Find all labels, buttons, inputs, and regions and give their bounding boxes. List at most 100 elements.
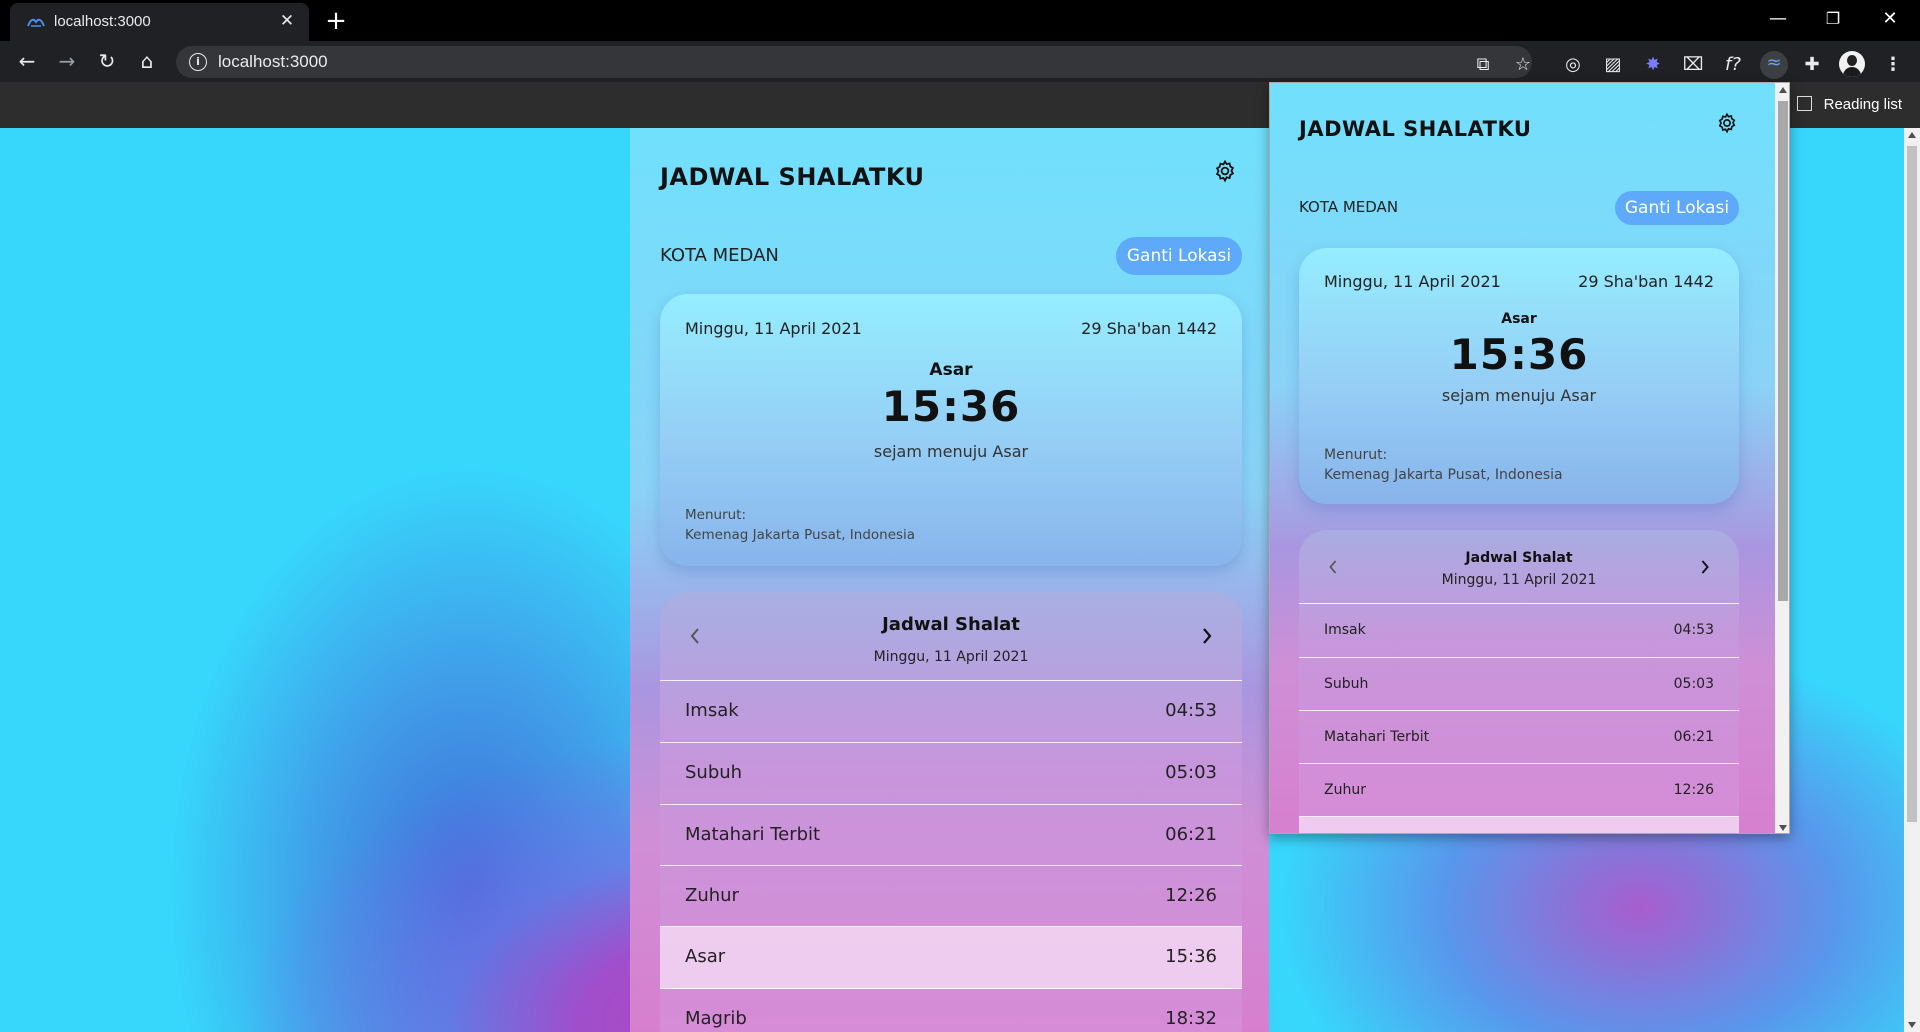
next-prayer-name: Asar: [1501, 311, 1537, 327]
open-external-icon[interactable]: ⧉: [1471, 53, 1495, 77]
schedule-date: Minggu, 11 April 2021: [1441, 572, 1597, 588]
browser-tab[interactable]: localhost:3000 ✕: [10, 3, 309, 41]
color-extension-icon[interactable]: ✸: [1641, 53, 1665, 77]
reading-list-icon: [1796, 96, 1812, 111]
next-day-chevron-icon[interactable]: [1699, 558, 1711, 576]
gregorian-date: Minggu, 11 April 2021: [1324, 272, 1501, 291]
prayer-row-time: 06:21: [1165, 824, 1217, 845]
current-prayer-card: Minggu, 11 April 2021 29 Sha'ban 1442 As…: [1299, 248, 1739, 504]
minimize-icon[interactable]: —: [1758, 6, 1798, 34]
schedule-date: Minggu, 11 April 2021: [873, 649, 1029, 665]
profile-avatar[interactable]: [1839, 51, 1865, 77]
new-tab-button[interactable]: +: [322, 8, 350, 36]
prayer-row-name: Imsak: [1324, 622, 1366, 638]
calculation-source: Kemenag Jakarta Pusat, Indonesia: [1324, 467, 1563, 483]
target-extension-icon[interactable]: ◎: [1561, 53, 1585, 77]
formula-extension-icon[interactable]: f?: [1721, 53, 1745, 77]
prayer-row-name: Zuhur: [685, 885, 739, 906]
browser-toolbar: ← → ↻ ⌂ i localhost:3000: [0, 41, 1920, 82]
extensions-puzzle-icon[interactable]: ✚: [1800, 53, 1824, 77]
schedule-header: Jadwal Shalat Minggu, 11 April 2021: [1299, 530, 1739, 604]
address-bar[interactable]: i localhost:3000: [176, 46, 1532, 78]
site-info-icon[interactable]: i: [189, 53, 207, 71]
scroll-down-arrow-icon[interactable]: [1908, 1022, 1916, 1028]
prayer-row-time: 04:53: [1165, 700, 1217, 721]
home-icon[interactable]: ⌂: [133, 47, 161, 75]
tab-title: localhost:3000: [54, 13, 151, 30]
prayer-row-name: Matahari Terbit: [685, 824, 821, 845]
browser-menu-icon[interactable]: ⋮: [1881, 53, 1905, 77]
current-prayer-card: Minggu, 11 April 2021 29 Sha'ban 1442 As…: [660, 294, 1242, 566]
next-day-chevron-icon[interactable]: [1200, 626, 1214, 646]
back-arrow-icon[interactable]: ←: [13, 47, 41, 75]
main-app-panel: JADWAL SHALATKU KOTA MEDAN Ganti Lokasi …: [630, 128, 1269, 1032]
schedule-title: Jadwal Shalat: [1465, 550, 1573, 566]
prayer-row: Subuh 05:03: [660, 743, 1242, 805]
prayer-row: Zuhur 12:26: [1299, 764, 1739, 817]
prayer-row-time: 12:26: [1165, 885, 1217, 906]
prayer-schedule: Jadwal Shalat Minggu, 11 April 2021 Imsa…: [1299, 530, 1739, 833]
prayer-row: Subuh 05:03: [1299, 658, 1739, 711]
prayer-row-time: 04:53: [1673, 622, 1714, 638]
prayer-row-name: Imsak: [685, 700, 739, 721]
forward-arrow-icon[interactable]: →: [53, 47, 81, 75]
app-title: JADWAL SHALATKU: [1299, 117, 1532, 141]
prayer-row-active: Asar 15:36: [660, 927, 1242, 989]
app-title: JADWAL SHALATKU: [660, 163, 925, 191]
prayer-row-time: 12:26: [1673, 782, 1714, 798]
reload-icon[interactable]: ↻: [93, 47, 121, 75]
schedule-header: Jadwal Shalat Minggu, 11 April 2021: [660, 592, 1242, 681]
source-label: Menurut:: [1324, 447, 1388, 463]
hijri-date: 29 Sha'ban 1442: [1578, 272, 1714, 291]
camera-extension-icon[interactable]: ⌧: [1681, 53, 1705, 77]
prayer-schedule: Jadwal Shalat Minggu, 11 April 2021 Imsa…: [660, 592, 1242, 1032]
scroll-up-arrow-icon[interactable]: [1779, 87, 1787, 93]
page-scrollbar[interactable]: [1904, 128, 1920, 1032]
next-prayer-name: Asar: [929, 360, 973, 380]
prayer-row: Imsak 04:53: [660, 681, 1242, 743]
change-location-button[interactable]: Ganti Lokasi: [1116, 237, 1242, 275]
calculation-source: Kemenag Jakarta Pusat, Indonesia: [685, 527, 916, 543]
prayer-row: Imsak 04:53: [1299, 604, 1739, 658]
url-text[interactable]: localhost:3000: [218, 52, 328, 72]
reading-list-button[interactable]: Reading list: [1796, 96, 1902, 113]
prayer-row: Magrib 18:32: [660, 989, 1242, 1032]
settings-gear-icon[interactable]: [1716, 112, 1738, 134]
jadwal-extension-icon[interactable]: ≈: [1760, 51, 1788, 79]
extension-popup: JADWAL SHALATKU KOTA MEDAN Ganti Lokasi …: [1269, 82, 1790, 834]
source-label: Menurut:: [685, 507, 747, 523]
popup-scrollbar[interactable]: [1775, 83, 1789, 833]
scroll-up-arrow-icon[interactable]: [1908, 132, 1916, 138]
city-name: KOTA MEDAN: [660, 245, 779, 266]
prayer-row-name: Subuh: [685, 762, 743, 783]
prayer-row: Matahari Terbit 06:21: [1299, 711, 1739, 764]
prayer-countdown: sejam menuju Asar: [873, 442, 1029, 461]
scrollbar-thumb[interactable]: [1778, 101, 1788, 601]
window-close-icon[interactable]: ✕: [1870, 6, 1910, 34]
scroll-down-arrow-icon[interactable]: [1779, 825, 1787, 831]
scrollbar-thumb[interactable]: [1907, 146, 1917, 822]
current-time: 15:36: [881, 382, 1021, 431]
prayer-row: Matahari Terbit 06:21: [660, 805, 1242, 866]
prayer-row-time: 05:03: [1673, 676, 1714, 692]
settings-gear-icon[interactable]: [1213, 159, 1237, 183]
app-favicon-icon: [27, 18, 45, 27]
prayer-row: Zuhur 12:26: [660, 866, 1242, 927]
schedule-title: Jadwal Shalat: [882, 614, 1020, 635]
prayer-row-name: Matahari Terbit: [1324, 729, 1430, 745]
reading-list-label: Reading list: [1823, 96, 1902, 113]
city-name: KOTA MEDAN: [1299, 198, 1399, 216]
prayer-row-active: [1299, 817, 1739, 833]
hijri-date: 29 Sha'ban 1442: [1081, 319, 1217, 338]
prayer-row-time: 05:03: [1165, 762, 1217, 783]
popup-app-panel: JADWAL SHALATKU KOTA MEDAN Ganti Lokasi …: [1270, 83, 1775, 833]
bookmark-star-icon[interactable]: ☆: [1511, 53, 1535, 77]
tab-close-icon[interactable]: ✕: [277, 11, 297, 31]
restore-icon[interactable]: ❐: [1813, 6, 1853, 34]
current-time: 15:36: [1449, 330, 1589, 379]
gregorian-date: Minggu, 11 April 2021: [685, 319, 862, 338]
prayer-row-time: 06:21: [1673, 729, 1714, 745]
prayer-countdown: sejam menuju Asar: [1441, 386, 1597, 405]
change-location-button[interactable]: Ganti Lokasi: [1615, 191, 1739, 225]
image-extension-icon[interactable]: ▨: [1601, 53, 1625, 77]
